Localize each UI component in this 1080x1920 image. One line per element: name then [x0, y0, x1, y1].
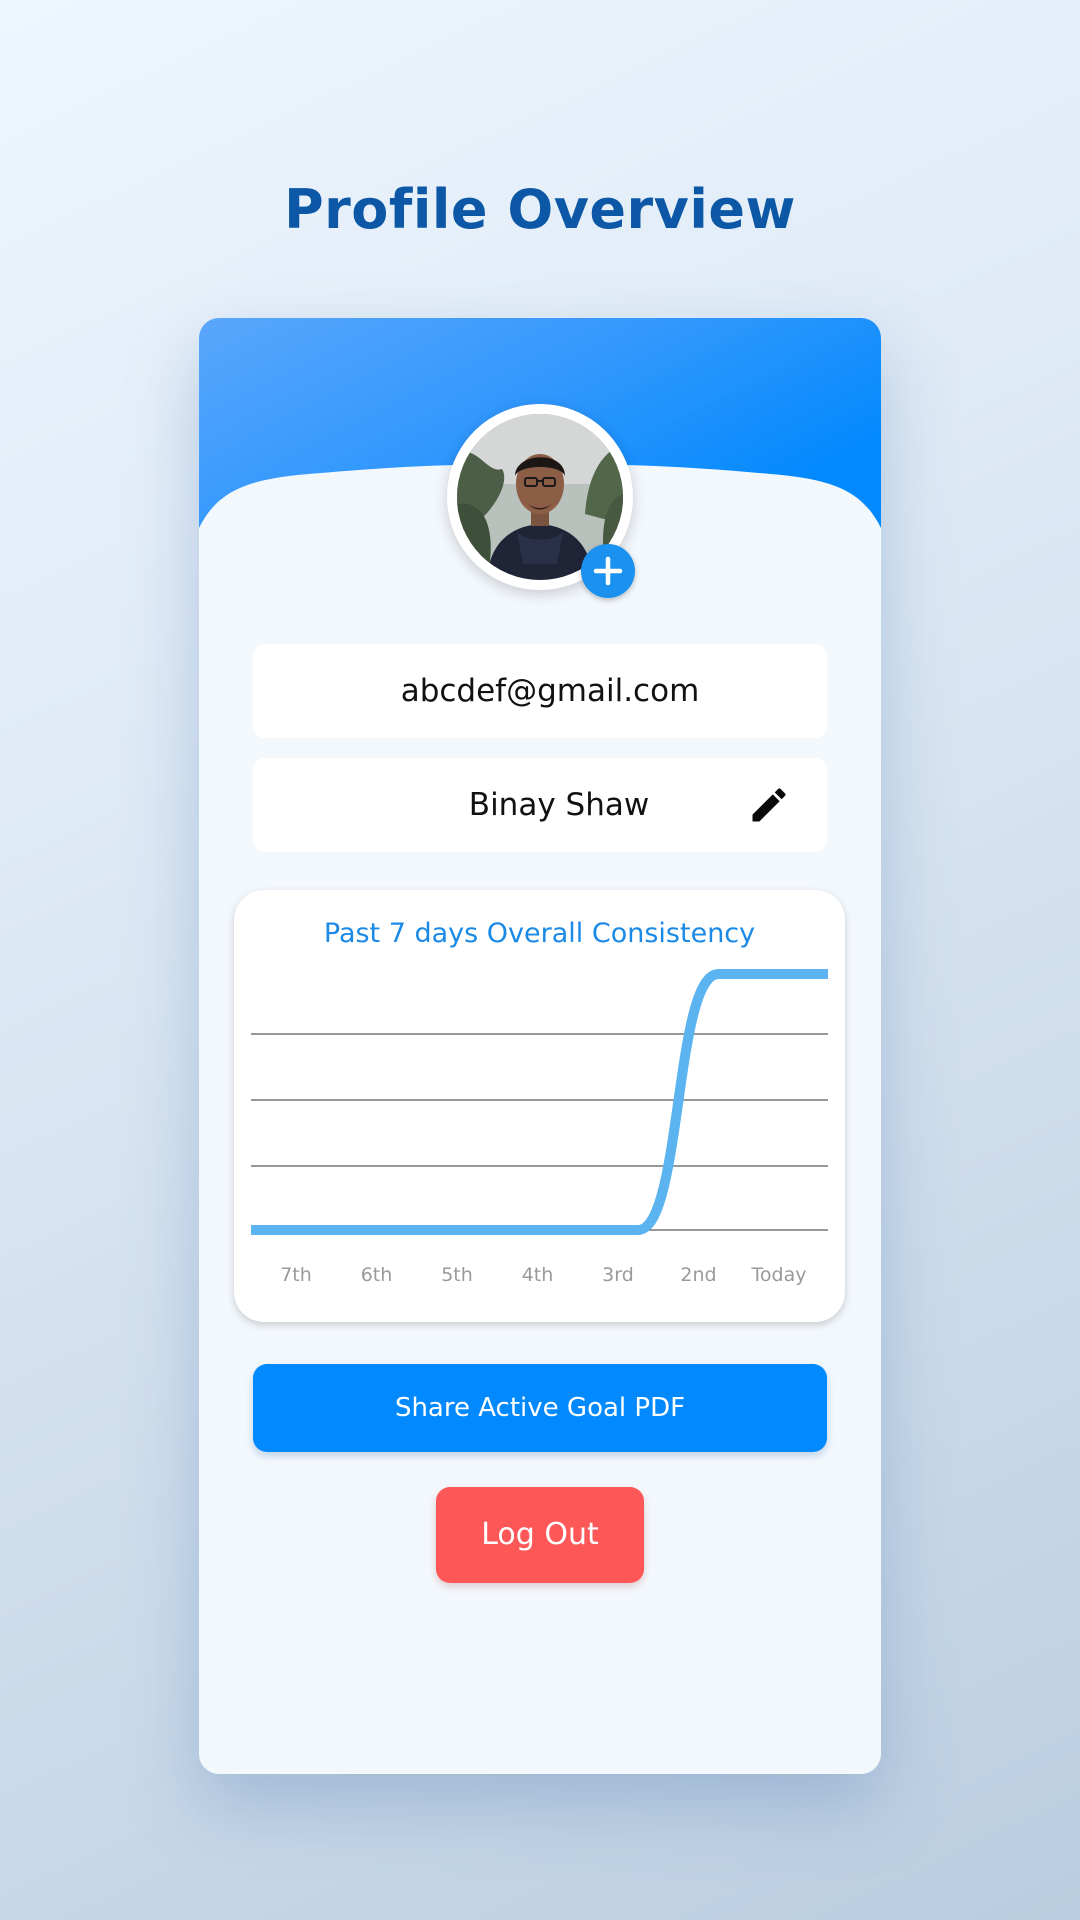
plus-icon	[593, 556, 623, 586]
logout-button[interactable]: Log Out	[436, 1487, 644, 1583]
chart-x-tick-label: 7th	[280, 1264, 312, 1286]
name-field[interactable]: Binay Shaw	[253, 758, 827, 852]
share-goal-pdf-button[interactable]: Share Active Goal PDF	[253, 1364, 827, 1452]
chart-x-tick-label: 2nd	[680, 1264, 716, 1286]
chart-x-tick-label: 3rd	[602, 1264, 634, 1286]
name-value: Binay Shaw	[468, 787, 650, 823]
chart-series-line	[251, 969, 828, 1235]
email-field: abcdef@gmail.com	[253, 644, 827, 738]
page-title: Profile Overview	[284, 178, 796, 241]
profile-card: abcdef@gmail.com Binay Shaw Past 7 days …	[199, 318, 881, 1774]
chart-x-tick-label: 4th	[522, 1264, 554, 1286]
chart-x-tick-label: 6th	[361, 1264, 393, 1286]
add-photo-button[interactable]	[581, 544, 635, 598]
consistency-chart: Past 7 days Overall Consistency 7th 6th 5t…	[234, 890, 845, 1322]
email-value: abcdef@gmail.com	[400, 673, 700, 709]
chart-x-tick-label: Today	[751, 1264, 807, 1286]
chart-x-tick-label: 5th	[441, 1264, 473, 1286]
pencil-icon[interactable]	[747, 783, 791, 827]
chart-plot: 7th 6th 5th 4th 3rd 2nd Today	[251, 969, 828, 1286]
